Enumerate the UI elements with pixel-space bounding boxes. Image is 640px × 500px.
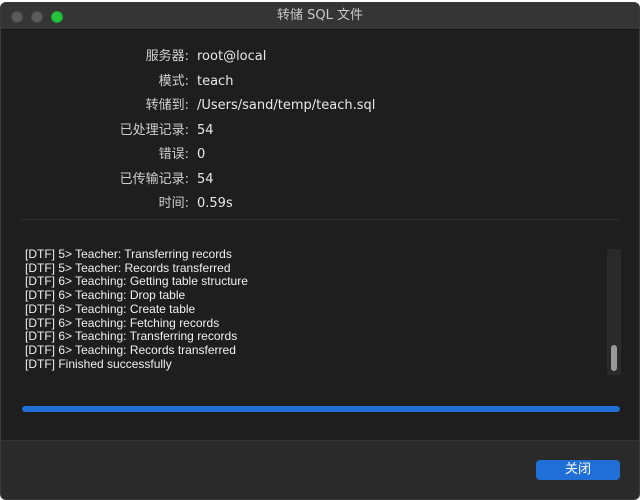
info-value: /Users/sand/temp/teach.sql (197, 98, 376, 113)
info-label: 时间: (158, 196, 189, 211)
dump-sql-window: 转储 SQL 文件 服务器: root@local 模式: teach 转储到:… (0, 2, 640, 500)
title-bar: 转储 SQL 文件 (1, 3, 639, 30)
log-output[interactable]: [DTF] 5> Teacher: Transferring records [… (21, 248, 599, 376)
log-scrollbar[interactable] (607, 249, 621, 375)
info-row-time: 时间: 0.59s (1, 194, 639, 214)
info-row-server: 服务器: root@local (1, 47, 639, 67)
log-line: [DTF] Finished successfully (25, 356, 172, 371)
info-label: 已处理记录: (119, 122, 189, 138)
log-line: [DTF] 6> Teaching: Fetching records (25, 315, 220, 330)
info-value: 0.59s (197, 196, 233, 211)
log-line: [DTF] 6> Teaching: Getting table structu… (25, 274, 248, 289)
info-label: 错误: (158, 147, 189, 162)
info-row-dump-to: 转储到: /Users/sand/temp/teach.sql (1, 96, 639, 116)
progress-bar (22, 406, 620, 412)
info-value: 54 (197, 122, 214, 138)
info-value: 0 (197, 147, 206, 162)
info-row-errors: 错误: 0 (1, 145, 639, 165)
info-label: 转储到: (145, 98, 189, 113)
info-row-transferred: 已传输记录: 54 (1, 170, 639, 190)
info-label: 模式: (158, 73, 189, 89)
info-value: teach (197, 73, 234, 89)
section-divider (21, 219, 619, 220)
log-line: [DTF] 6> Teaching: Records transferred (25, 342, 236, 357)
log-line: [DTF] 5> Teacher: Transferring records (25, 248, 232, 261)
close-button[interactable]: 关闭 (536, 460, 620, 480)
log-line: [DTF] 6> Teaching: Drop table (25, 288, 186, 303)
log-scrollbar-thumb[interactable] (611, 345, 617, 371)
log-line: [DTF] 5> Teacher: Records transferred (25, 260, 231, 275)
info-row-processed: 已处理记录: 54 (1, 121, 639, 141)
button-bar: 关闭 (1, 440, 639, 499)
window-title: 转储 SQL 文件 (277, 8, 363, 23)
info-label: 已传输记录: (119, 171, 189, 187)
log-line: [DTF] 6> Teaching: Create table (25, 301, 196, 316)
progress-bar-fill (22, 406, 620, 412)
info-row-schema: 模式: teach (1, 72, 639, 92)
log-line: [DTF] 6> Teaching: Transferring records (25, 329, 238, 344)
info-value: root@local (197, 49, 267, 64)
info-value: 54 (197, 171, 214, 187)
info-label: 服务器: (145, 49, 189, 64)
